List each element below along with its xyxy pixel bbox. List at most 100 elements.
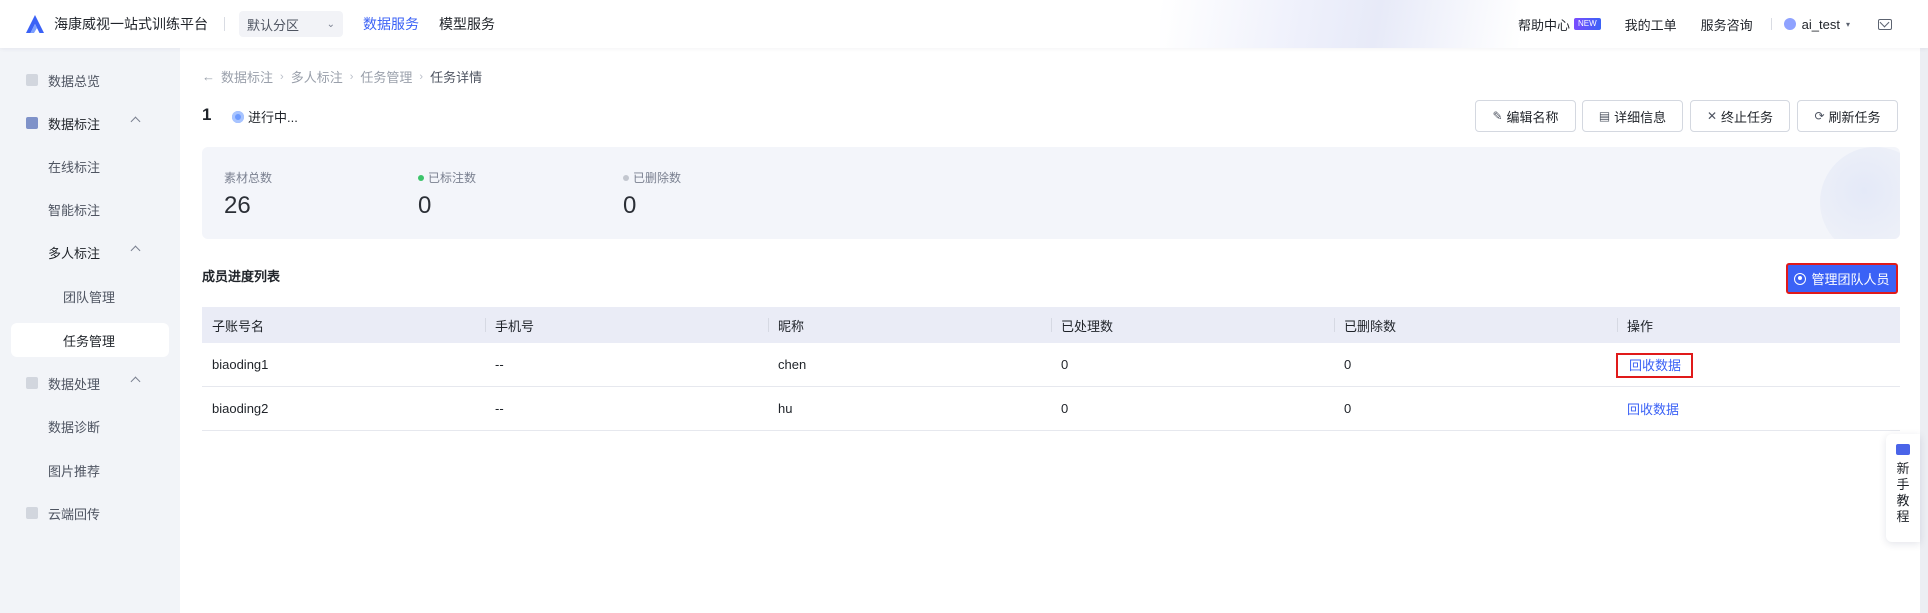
- zone-select[interactable]: 默认分区 ⌄: [239, 11, 343, 37]
- sidebar-item-data-processing[interactable]: 数据处理: [0, 366, 180, 400]
- top-header: 海康威视一站式训练平台 默认分区 ⌄ 数据服务 模型服务 帮助中心 NEW 我的…: [0, 0, 1928, 48]
- mail-icon[interactable]: [1878, 18, 1892, 30]
- stat-deleted: 已删除数 0: [623, 169, 681, 220]
- stop-task-button[interactable]: ✕ 终止任务: [1690, 100, 1790, 132]
- logo-icon: [26, 15, 44, 33]
- user-menu[interactable]: ai_test ▾: [1783, 17, 1850, 32]
- stat-labeled-value: 0: [418, 192, 432, 219]
- sidebar-item-smart-annotation[interactable]: 智能标注: [0, 192, 180, 226]
- help-center-link[interactable]: 帮助中心 NEW: [1518, 15, 1601, 34]
- tutorial-float-button[interactable]: 新手教程: [1886, 434, 1920, 542]
- breadcrumb-item[interactable]: 多人标注: [291, 67, 343, 86]
- stat-deleted-label-row: 已删除数: [623, 169, 681, 186]
- close-icon: ✕: [1706, 109, 1718, 123]
- sidebar-item-label: 多人标注: [48, 245, 101, 261]
- nav-data-service[interactable]: 数据服务: [363, 14, 419, 34]
- table-cell: biaoding2: [212, 401, 269, 416]
- stats-panel: 素材总数 26 已标注数 0 已删除数 0: [202, 147, 1900, 239]
- detail-info-button[interactable]: ▤ 详细信息: [1582, 100, 1683, 132]
- breadcrumb-separator: ›: [280, 70, 284, 83]
- nav-model-service[interactable]: 模型服务: [439, 14, 495, 34]
- sidebar: 数据总览 数据标注 在线标注 智能标注 多人标注 团队管理 任务管理 数据处理 …: [0, 48, 180, 613]
- table-row: biaoding1 -- chen 0 0 回收数据: [202, 343, 1900, 387]
- stat-total: 素材总数 26: [224, 169, 272, 220]
- sidebar-item-multi-annotation[interactable]: 多人标注: [0, 235, 180, 269]
- column-header: 子账号名: [212, 318, 265, 334]
- document-icon: ▤: [1598, 109, 1611, 123]
- edit-name-label: 编辑名称: [1506, 109, 1559, 125]
- table-cell: --: [495, 401, 504, 416]
- back-arrow-icon[interactable]: ←: [202, 69, 215, 84]
- zone-select-value: 默认分区: [247, 17, 300, 33]
- table-cell: 0: [1061, 401, 1069, 416]
- app-title: 海康威视一站式训练平台: [54, 16, 208, 32]
- table-cell: --: [495, 357, 504, 372]
- table-cell-action: 回收数据: [1617, 399, 1900, 418]
- breadcrumb: ← 数据标注 › 多人标注 › 任务管理 › 任务详情: [202, 67, 482, 86]
- header-divider: [224, 17, 225, 31]
- sidebar-item-data-diagnosis[interactable]: 数据诊断: [0, 409, 180, 443]
- sidebar-item-cloud-return[interactable]: 云端回传: [0, 496, 180, 530]
- new-badge: NEW: [1573, 18, 1601, 30]
- stat-total-value: 26: [224, 192, 251, 219]
- refresh-task-button[interactable]: ⟳ 刷新任务: [1797, 100, 1898, 132]
- chevron-up-icon: [130, 245, 141, 256]
- breadcrumb-separator: ›: [349, 70, 354, 83]
- chevron-up-icon: [130, 116, 141, 127]
- column-header: 手机号: [485, 316, 768, 335]
- tag-icon: [26, 117, 38, 129]
- stat-total-label: 素材总数: [224, 171, 273, 185]
- table-cell: biaoding1: [212, 357, 269, 372]
- table-cell: 0: [1344, 401, 1352, 416]
- stop-task-label: 终止任务: [1721, 109, 1774, 125]
- manage-team-button[interactable]: 管理团队人员: [1786, 263, 1898, 294]
- sidebar-item-data-overview[interactable]: 数据总览: [0, 63, 180, 97]
- chevron-down-icon: ⌄: [326, 18, 335, 30]
- breadcrumb-item[interactable]: 任务管理: [360, 67, 412, 86]
- refresh-icon: ⟳: [1814, 109, 1825, 123]
- stat-labeled: 已标注数 0: [418, 169, 476, 220]
- task-name: 1: [202, 105, 212, 124]
- sidebar-item-label: 数据标注: [48, 116, 101, 132]
- task-status: 进行中...: [232, 107, 298, 126]
- tutorial-label: 新手教程: [1896, 461, 1910, 524]
- sidebar-item-task-management[interactable]: 任务管理: [11, 323, 169, 357]
- column-header: 昵称: [768, 316, 1051, 335]
- grid-icon: [26, 74, 38, 86]
- sidebar-item-label: 数据总览: [48, 73, 101, 89]
- my-tickets-link[interactable]: 我的工单: [1625, 15, 1677, 34]
- breadcrumb-item[interactable]: 数据标注: [221, 67, 273, 86]
- edit-icon: ✎: [1492, 109, 1503, 123]
- service-consult-link[interactable]: 服务咨询: [1701, 15, 1753, 34]
- sidebar-item-data-annotation[interactable]: 数据标注: [0, 106, 180, 140]
- edit-name-button[interactable]: ✎ 编辑名称: [1475, 100, 1576, 132]
- sidebar-item-team-management[interactable]: 团队管理: [0, 279, 180, 313]
- column-header: 操作: [1617, 316, 1900, 335]
- task-status-label: 进行中...: [248, 110, 298, 125]
- scrollbar[interactable]: [1920, 48, 1928, 613]
- table-row: biaoding2 -- hu 0 0 回收数据: [202, 387, 1900, 431]
- recycle-data-link[interactable]: 回收数据: [1616, 353, 1694, 378]
- header-divider-right: [1770, 18, 1772, 30]
- stat-deleted-label: 已删除数: [633, 171, 682, 185]
- main-content: ← 数据标注 › 多人标注 › 任务管理 › 任务详情 1 进行中... ✎ 编…: [180, 48, 1920, 613]
- stats-decoration: [1820, 147, 1900, 239]
- sidebar-item-image-recommend[interactable]: 图片推荐: [0, 453, 180, 487]
- stat-labeled-label-row: 已标注数: [418, 169, 476, 186]
- recycle-data-link[interactable]: 回收数据: [1627, 402, 1679, 417]
- manage-team-label: 管理团队人员: [1811, 272, 1890, 287]
- stat-deleted-value: 0: [623, 192, 637, 219]
- sidebar-item-online-annotation[interactable]: 在线标注: [0, 149, 180, 183]
- table-cell: chen: [778, 357, 807, 372]
- cloud-icon: [26, 507, 38, 519]
- app-logo[interactable]: 海康威视一站式训练平台: [24, 13, 208, 35]
- sidebar-item-label: 云端回传: [48, 506, 101, 522]
- help-center-label: 帮助中心: [1517, 17, 1570, 33]
- header-decoration: [1160, 0, 1520, 48]
- breadcrumb-separator: ›: [419, 70, 424, 83]
- header-right: 帮助中心 NEW 我的工单 服务咨询 ai_test ▾: [1518, 0, 1928, 48]
- member-progress-title: 成员进度列表: [202, 269, 281, 284]
- book-icon: [1896, 444, 1910, 455]
- process-icon: [26, 377, 38, 389]
- column-header: 已处理数: [1051, 316, 1334, 335]
